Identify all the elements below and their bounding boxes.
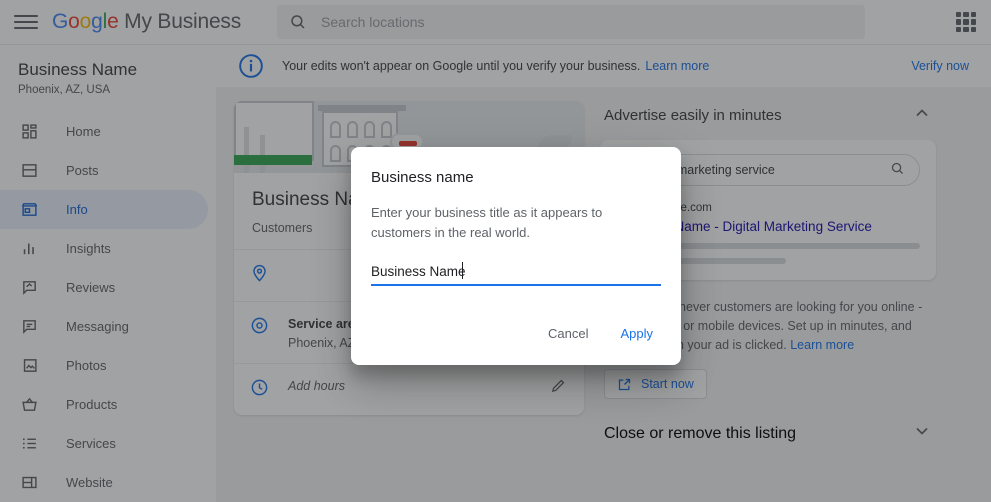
business-name-input[interactable] — [371, 264, 661, 286]
business-name-dialog: Business name Enter your business title … — [351, 147, 681, 365]
app-root: Google My Business Business Name Phoenix… — [0, 0, 991, 502]
cancel-button[interactable]: Cancel — [538, 318, 598, 349]
dialog-description: Enter your business title as it appears … — [371, 205, 603, 240]
business-name-field-wrapper — [371, 262, 661, 286]
dialog-title: Business name — [371, 169, 474, 186]
dialog-actions: Cancel Apply — [538, 318, 663, 349]
text-caret — [462, 262, 463, 279]
apply-button[interactable]: Apply — [610, 318, 663, 349]
